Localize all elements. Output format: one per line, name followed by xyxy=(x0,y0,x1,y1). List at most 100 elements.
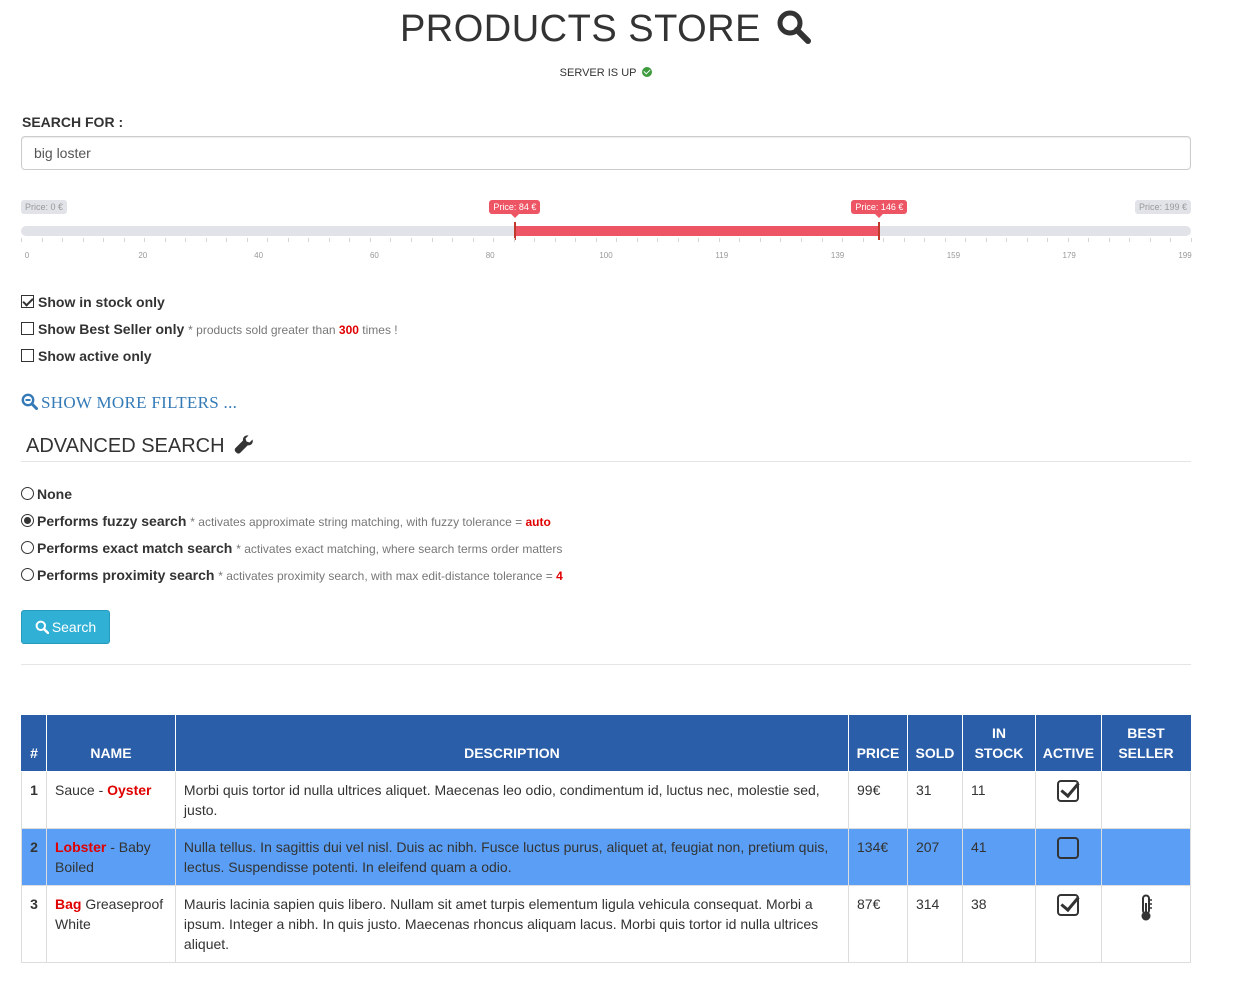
slider-tick xyxy=(164,238,166,242)
search-mode-proximity[interactable]: Performs proximity search * activates pr… xyxy=(21,566,563,584)
slider-tick xyxy=(349,238,351,242)
product-in-stock: 11 xyxy=(961,771,1036,829)
slider-max-label: Price: 199 € xyxy=(1135,200,1192,214)
square-icon xyxy=(1057,837,1080,859)
match-highlight: Bag xyxy=(54,896,82,912)
checkbox[interactable] xyxy=(21,295,34,308)
show-more-filters-label: SHOW MORE FILTERS ... xyxy=(41,393,238,412)
slider-tick xyxy=(862,238,864,242)
slider-tick xyxy=(1170,238,1172,242)
table-row[interactable]: 3 Bag Greaseproof White Mauris lacinia s… xyxy=(21,885,1192,963)
divider xyxy=(21,461,1191,462)
checkbox[interactable] xyxy=(21,322,34,335)
column-header-active[interactable]: ACTIVE xyxy=(1034,715,1102,772)
radio-button[interactable] xyxy=(21,541,34,554)
slider-tick xyxy=(903,238,905,242)
slider-tick xyxy=(924,238,926,242)
column-header-price[interactable]: PRICE xyxy=(848,715,908,772)
search-mode-note: * activates exact matching, where search… xyxy=(236,542,563,556)
table-row[interactable]: 2 Lobster - Baby Boiled Nulla tellus. In… xyxy=(21,828,1192,886)
product-active xyxy=(1034,885,1102,963)
slider-tick xyxy=(1129,238,1131,242)
row-index: 2 xyxy=(21,828,47,886)
price-range-slider[interactable]: Price: 0 € Price: 199 € Price: 84 € Pric… xyxy=(21,200,1192,265)
search-input[interactable] xyxy=(21,136,1191,170)
zoom-out-icon xyxy=(21,393,38,410)
slider-tick xyxy=(780,238,782,242)
row-index: 3 xyxy=(21,885,47,963)
product-description: Mauris lacinia sapien quis libero. Nulla… xyxy=(174,885,850,963)
page-title-text: PRODUCTS STORE xyxy=(399,8,761,50)
column-header-index[interactable]: # xyxy=(21,715,47,772)
slider-tick xyxy=(616,238,618,242)
slider-tick xyxy=(1108,238,1110,242)
server-status-text: SERVER IS UP xyxy=(559,67,637,79)
slider-tick xyxy=(62,238,64,242)
slider-tick-label: 60 xyxy=(369,251,379,260)
slider-tick xyxy=(718,238,720,242)
radio-button[interactable] xyxy=(21,514,34,527)
slider-tick xyxy=(636,238,638,242)
slider-tick xyxy=(759,238,761,242)
slider-tick-label: 100 xyxy=(599,251,613,260)
slider-tick xyxy=(1026,238,1028,242)
slider-tick xyxy=(41,238,43,242)
slider-tick xyxy=(657,238,659,242)
slider-tick xyxy=(431,238,433,242)
slider-tick xyxy=(267,238,269,242)
radio-button[interactable] xyxy=(21,487,34,500)
slider-tick xyxy=(554,238,556,242)
product-description: Morbi quis tortor id nulla ultrices aliq… xyxy=(174,771,850,829)
checkbox[interactable] xyxy=(21,349,34,362)
product-in-stock: 38 xyxy=(961,885,1036,963)
column-header-sold[interactable]: SOLD xyxy=(906,715,963,772)
product-sold: 314 xyxy=(906,885,963,963)
slider-tick xyxy=(308,238,310,242)
slider-tick xyxy=(1088,238,1090,242)
show-more-filters-link[interactable]: SHOW MORE FILTERS ... xyxy=(21,393,237,413)
check-circle-icon xyxy=(642,67,653,77)
slider-tick xyxy=(944,238,946,242)
product-name: Bag Greaseproof White xyxy=(45,885,176,963)
filter-label: Show Best Seller only xyxy=(38,321,185,337)
search-button[interactable]: Search xyxy=(21,610,110,644)
server-status: SERVER IS UP xyxy=(0,67,1212,79)
product-sold: 207 xyxy=(906,828,963,886)
check-square-icon xyxy=(1057,894,1080,916)
column-header-description[interactable]: DESCRIPTION xyxy=(174,715,850,772)
slider-tick xyxy=(985,238,987,242)
filter-best-seller[interactable]: Show Best Seller only * products sold gr… xyxy=(21,320,398,338)
search-mode-note: * activates proximity search, with max e… xyxy=(218,569,563,583)
search-mode-none[interactable]: None xyxy=(21,485,72,503)
slider-handle-high[interactable] xyxy=(878,222,881,240)
search-icon xyxy=(777,10,812,44)
table-header-row: # NAME DESCRIPTION PRICE SOLD IN STOCK A… xyxy=(21,715,1192,772)
search-mode-label: Performs exact match search xyxy=(37,540,233,556)
product-active xyxy=(1034,828,1102,886)
search-mode-note-value: auto xyxy=(525,515,551,529)
radio-button[interactable] xyxy=(21,568,34,581)
filter-active[interactable]: Show active only xyxy=(21,347,152,365)
column-header-in-stock[interactable]: IN STOCK xyxy=(961,715,1036,772)
search-mode-fuzzy[interactable]: Performs fuzzy search * activates approx… xyxy=(21,512,551,530)
filter-note: * products sold greater than 300 times ! xyxy=(188,323,398,337)
slider-min-label: Price: 0 € xyxy=(21,200,68,214)
filter-label: Show active only xyxy=(38,348,152,364)
slider-tick xyxy=(82,238,84,242)
slider-tick xyxy=(472,238,474,242)
slider-tick xyxy=(123,238,125,242)
slider-tick xyxy=(1006,238,1008,242)
column-header-best-seller[interactable]: BEST SELLER xyxy=(1100,715,1192,772)
slider-tick xyxy=(842,238,844,242)
slider-tick xyxy=(1191,238,1192,242)
table-row[interactable]: 1 Sauce - Oyster Morbi quis tortor id nu… xyxy=(21,771,1192,829)
slider-low-label: Price: 84 € xyxy=(489,200,541,218)
slider-tick xyxy=(513,238,515,242)
product-price: 87€ xyxy=(848,885,908,963)
search-mode-exact[interactable]: Performs exact match search * activates … xyxy=(21,539,562,557)
filter-in-stock[interactable]: Show in stock only xyxy=(21,293,165,311)
slider-tick xyxy=(595,238,597,242)
column-header-name[interactable]: NAME xyxy=(45,715,176,772)
slider-tick xyxy=(390,238,392,242)
product-best-seller xyxy=(1100,771,1192,829)
